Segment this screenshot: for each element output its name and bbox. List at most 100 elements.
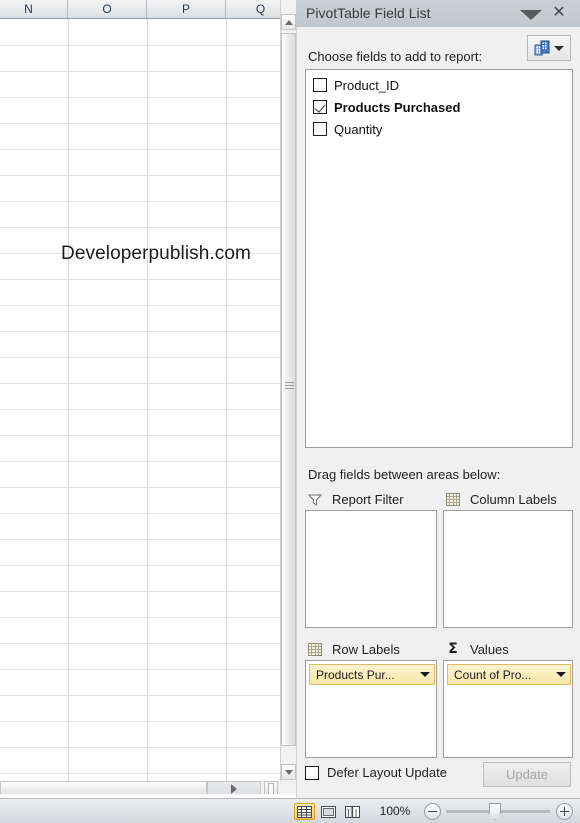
page-layout-view-button[interactable]	[318, 803, 339, 820]
grid-hline	[0, 45, 296, 46]
chevron-up-icon	[284, 19, 293, 25]
field-item-products-purchased[interactable]: Products Purchased	[306, 96, 572, 118]
normal-view-button[interactable]	[294, 803, 315, 820]
chevron-down-glyph	[520, 9, 542, 20]
close-icon[interactable]: ✕	[550, 4, 568, 22]
field-list-box[interactable]: Product_ID Products Purchased Quantity	[305, 69, 573, 448]
horizontal-split-handle[interactable]	[264, 781, 278, 794]
grid-hline	[0, 71, 296, 72]
grid-hline	[0, 201, 296, 202]
pivot-field-chip-row[interactable]: Products Pur...	[309, 664, 435, 685]
sigma-icon: Σ	[448, 640, 458, 657]
grid-hline	[0, 331, 296, 332]
field-checkbox[interactable]	[313, 78, 327, 92]
grid-hline	[0, 487, 296, 488]
grid-hline	[0, 539, 296, 540]
column-header-p[interactable]: P	[147, 0, 226, 18]
field-item-quantity[interactable]: Quantity	[306, 118, 572, 140]
cell-grid[interactable]: Developerpublish.com	[0, 19, 296, 781]
area-title: Values	[470, 641, 509, 657]
grid-hline	[0, 773, 296, 774]
grid-hline	[0, 305, 296, 306]
area-header-report-filter: Report Filter	[307, 490, 404, 508]
choose-fields-label: Choose fields to add to report:	[308, 49, 483, 64]
horizontal-scroll-thumb[interactable]	[0, 781, 207, 794]
fields-section-layout-icon	[534, 40, 550, 55]
field-checkbox[interactable]	[313, 100, 327, 114]
grid-vline	[68, 19, 69, 781]
panel-body: Choose fields to add to report: Product_…	[296, 27, 580, 798]
area-header-column-labels: Column Labels	[446, 490, 557, 508]
watermark-text: Developerpublish.com	[61, 243, 251, 264]
grid-hline	[0, 357, 296, 358]
grid-hline	[0, 695, 296, 696]
area-header-row-labels: Row Labels	[308, 640, 400, 658]
grid-hline	[0, 279, 296, 280]
vertical-scroll-thumb[interactable]	[281, 33, 296, 746]
grid-hline	[0, 617, 296, 618]
field-label: Products Purchased	[334, 99, 461, 115]
grid-hline	[0, 409, 296, 410]
grid-hline	[0, 175, 296, 176]
field-checkbox[interactable]	[313, 122, 327, 136]
defer-layout-update-row[interactable]: Defer Layout Update	[305, 765, 447, 780]
chevron-down-icon[interactable]	[420, 672, 430, 677]
area-title: Report Filter	[332, 491, 404, 507]
chip-label: Count of Pro...	[454, 667, 532, 682]
grid-hline	[0, 461, 296, 462]
scroll-right-button[interactable]	[207, 781, 261, 794]
grid-hline	[0, 669, 296, 670]
defer-layout-update-checkbox[interactable]	[305, 765, 319, 780]
grid-hline	[0, 97, 296, 98]
zoom-out-button[interactable]	[424, 803, 441, 820]
page-break-preview-button[interactable]	[342, 803, 363, 820]
grid-vline	[226, 19, 227, 781]
vertical-scrollbar[interactable]	[280, 0, 296, 781]
grid-hline	[0, 227, 296, 228]
grid-icon	[446, 492, 460, 506]
scroll-down-button[interactable]	[281, 764, 296, 780]
chevron-right-icon	[231, 784, 237, 794]
update-button[interactable]: Update	[483, 762, 571, 787]
field-label: Quantity	[334, 121, 383, 137]
page-break-preview-icon	[345, 805, 360, 818]
scroll-grip-icon	[285, 382, 294, 389]
chevron-down-icon	[554, 45, 564, 51]
pivottable-field-list-panel: PivotTable Field List ✕ Choose fields to…	[296, 0, 580, 798]
page-layout-view-icon	[321, 805, 336, 818]
grid-icon	[308, 642, 322, 656]
grid-hline	[0, 513, 296, 514]
chevron-down-icon	[284, 769, 293, 775]
grid-hline	[0, 721, 296, 722]
fields-section-layout-button[interactable]	[527, 35, 571, 61]
column-header-row: N O P Q	[0, 0, 296, 19]
drop-area-column-labels[interactable]	[443, 510, 573, 628]
panel-titlebar[interactable]: PivotTable Field List ✕	[296, 0, 580, 27]
zoom-in-button[interactable]	[556, 803, 573, 820]
column-header-n[interactable]: N	[0, 0, 68, 18]
status-bar: 100%	[0, 798, 580, 823]
field-label: Product_ID	[334, 77, 400, 93]
zoom-level-label[interactable]: 100%	[372, 804, 418, 818]
drop-area-report-filter[interactable]	[305, 510, 437, 628]
panel-menu-chevron-down-icon[interactable]	[518, 8, 544, 21]
pivot-field-chip-value[interactable]: Count of Pro...	[447, 664, 571, 685]
scroll-up-button[interactable]	[281, 14, 296, 30]
drag-fields-label: Drag fields between areas below:	[308, 467, 501, 482]
grid-hline	[0, 591, 296, 592]
grid-hline	[0, 383, 296, 384]
zoom-slider-thumb[interactable]	[489, 803, 501, 820]
grid-hline	[0, 643, 296, 644]
chevron-down-icon[interactable]	[556, 672, 566, 677]
excel-window: N O P Q Developerpublish.com PivotTable …	[0, 0, 580, 823]
grid-hline	[0, 747, 296, 748]
horizontal-scrollbar[interactable]	[0, 781, 296, 794]
drop-area-values[interactable]: Count of Pro...	[443, 660, 573, 758]
spreadsheet-area[interactable]: N O P Q Developerpublish.com	[0, 0, 296, 794]
drop-area-row-labels[interactable]: Products Pur...	[305, 660, 437, 758]
column-header-o[interactable]: O	[68, 0, 147, 18]
grid-vline	[147, 19, 148, 781]
normal-view-icon	[297, 805, 312, 818]
chip-label: Products Pur...	[316, 667, 395, 682]
field-item-product-id[interactable]: Product_ID	[306, 74, 572, 96]
